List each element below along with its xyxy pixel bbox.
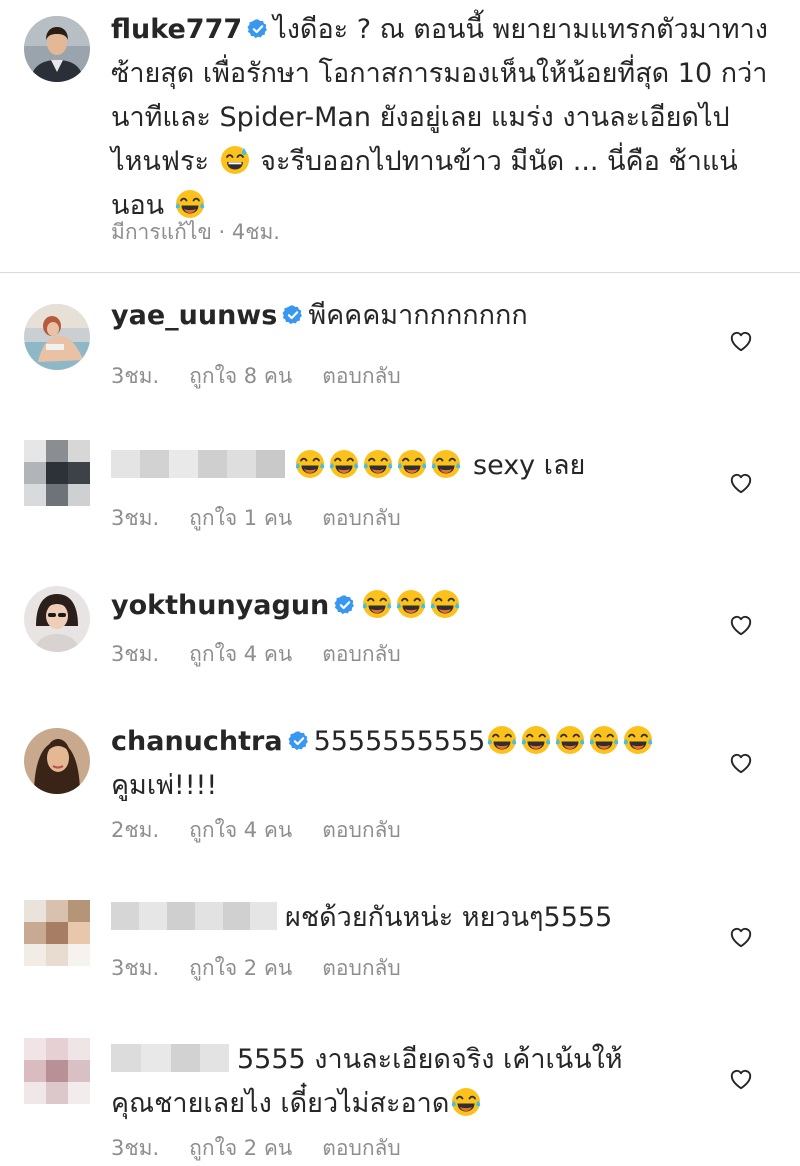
face-with-tears-of-joy-icon: [588, 724, 620, 756]
face-with-tears-of-joy-icon: [294, 448, 326, 480]
face-with-tears-of-joy-icon: [395, 588, 427, 620]
avatar-yae-uunws[interactable]: [24, 304, 90, 370]
reply-button[interactable]: ตอบกลับ: [322, 364, 401, 388]
comment-text: 5555 งานละเอียดจริง เค้าเน้นให้: [237, 1044, 623, 1075]
comment-body: ผชด้วยกันหน่ะ หยวนๆ5555: [111, 896, 711, 940]
blurred-username: [111, 450, 285, 478]
caption-line-2: ซ้ายสุด เพื่อรักษา โอกาสการมองเห็นให้น้อ…: [111, 58, 768, 89]
comment-text: พีคคคมากกกกกกก: [308, 300, 528, 331]
comment-time: 3ชม.: [111, 506, 160, 530]
reply-button[interactable]: ตอบกลับ: [322, 1136, 401, 1160]
comment-time: 3ชม.: [111, 642, 160, 666]
comment-likes[interactable]: ถูกใจ 2 คน: [189, 956, 292, 980]
comment-meta: 3ชม. ถูกใจ 1 คน ตอบกลับ: [111, 502, 431, 535]
comment-username[interactable]: yae_uunws: [111, 300, 277, 331]
face-with-tears-of-joy-icon: [362, 448, 394, 480]
comment-time: 3ชม.: [111, 364, 160, 388]
heart-outline-icon[interactable]: [728, 1066, 754, 1092]
caption-line-1: ไงดีอะ ? ณ ตอนนี้ พยายามแทรกตัวมาทาง: [273, 14, 768, 45]
comment-body: chanuchtra 5555555555 คูมเพ่!!!!: [111, 720, 731, 808]
face-with-tears-of-joy-icon: [450, 1086, 482, 1118]
reply-button[interactable]: ตอบกลับ: [322, 506, 401, 530]
avatar-blurred[interactable]: [24, 900, 90, 966]
comment-meta: 3ชม. ถูกใจ 2 คน ตอบกลับ: [111, 1132, 431, 1165]
caption-username[interactable]: fluke777: [111, 14, 242, 45]
comment-username[interactable]: chanuchtra: [111, 726, 283, 757]
face-with-tears-of-joy-icon: [486, 724, 518, 756]
comment-meta: 3ชม. ถูกใจ 2 คน ตอบกลับ: [111, 952, 431, 985]
caption-line-5: จะรีบออกไปทานข้าว มีนัด ... นี่คือ ช้าแน…: [260, 146, 738, 177]
face-with-tears-of-joy-icon: [554, 724, 586, 756]
comment-meta: 2ชม. ถูกใจ 4 คน ตอบกลับ: [111, 814, 431, 847]
comment-text: 5555555555: [313, 726, 486, 757]
face-with-tears-of-joy-icon: [328, 448, 360, 480]
reply-button[interactable]: ตอบกลับ: [322, 956, 401, 980]
avatar-blurred[interactable]: [24, 440, 90, 506]
verified-badge-icon: [247, 18, 269, 40]
verified-badge-icon: [288, 730, 310, 752]
comment-body: sexy เลย: [111, 444, 711, 488]
comment-time: 3ชม.: [111, 1136, 160, 1160]
avatar-fluke777[interactable]: [24, 16, 90, 82]
grinning-face-with-sweat-icon: [219, 144, 251, 176]
avatar-blurred[interactable]: [24, 1038, 90, 1104]
caption-line-4: ไหนฟระ: [111, 146, 209, 177]
comment-text: sexy เลย: [473, 450, 586, 481]
comment-likes[interactable]: ถูกใจ 1 คน: [189, 506, 292, 530]
comment-text-line-2: คุณชายเลยไง เดี๋ยวไม่สะอาด: [111, 1088, 450, 1119]
comment-text-line-2: คูมเพ่!!!!: [111, 770, 218, 801]
caption-meta: มีการแก้ไข · 4ชม.: [111, 220, 280, 244]
verified-badge-icon: [282, 304, 304, 326]
face-with-tears-of-joy-icon: [430, 448, 462, 480]
comment-username[interactable]: yokthunyagun: [111, 590, 329, 621]
divider: [0, 272, 800, 273]
comment-body: 5555 งานละเอียดจริง เค้าเน้นให้ คุณชายเล…: [111, 1038, 731, 1126]
caption-time: 4ชม.: [231, 220, 280, 244]
comment-likes[interactable]: ถูกใจ 2 คน: [189, 1136, 292, 1160]
comment-time: 2ชม.: [111, 818, 160, 842]
face-with-tears-of-joy-icon: [622, 724, 654, 756]
post-caption: fluke777 ไงดีอะ ? ณ ตอนนี้ พยายามแทรกตัวม…: [0, 0, 800, 272]
heart-outline-icon[interactable]: [728, 470, 754, 496]
comment-meta: 3ชม. ถูกใจ 4 คน ตอบกลับ: [111, 638, 431, 671]
edited-label: มีการแก้ไข: [111, 220, 212, 244]
caption-line-3: นาทีและ Spider-Man ยังอยู่เลย แมร่ง งานล…: [111, 102, 730, 133]
comment-body: yae_uunws พีคคคมากกกกกกก: [111, 294, 711, 338]
comment-likes[interactable]: ถูกใจ 8 คน: [189, 364, 292, 388]
blurred-username: [111, 902, 277, 930]
face-with-tears-of-joy-icon: [396, 448, 428, 480]
comment-likes[interactable]: ถูกใจ 4 คน: [189, 642, 292, 666]
face-with-tears-of-joy-icon: [361, 588, 393, 620]
heart-outline-icon[interactable]: [728, 328, 754, 354]
comment-meta: 3ชม. ถูกใจ 8 คน ตอบกลับ: [111, 360, 431, 393]
caption-text: fluke777 ไงดีอะ ? ณ ตอนนี้ พยายามแทรกตัวม…: [111, 8, 791, 228]
avatar-yokthunyagun[interactable]: [24, 586, 90, 652]
face-with-tears-of-joy-icon: [520, 724, 552, 756]
heart-outline-icon[interactable]: [728, 750, 754, 776]
verified-badge-icon: [334, 594, 356, 616]
face-with-tears-of-joy-icon: [429, 588, 461, 620]
comment-body: yokthunyagun: [111, 584, 711, 628]
reply-button[interactable]: ตอบกลับ: [322, 642, 401, 666]
blurred-username: [111, 1044, 229, 1072]
comment-time: 3ชม.: [111, 956, 160, 980]
comment-text: ผชด้วยกันหน่ะ หยวนๆ5555: [285, 902, 613, 933]
comment-likes[interactable]: ถูกใจ 4 คน: [189, 818, 292, 842]
avatar-chanuchtra[interactable]: [24, 728, 90, 794]
heart-outline-icon[interactable]: [728, 924, 754, 950]
reply-button[interactable]: ตอบกลับ: [322, 818, 401, 842]
heart-outline-icon[interactable]: [728, 612, 754, 638]
